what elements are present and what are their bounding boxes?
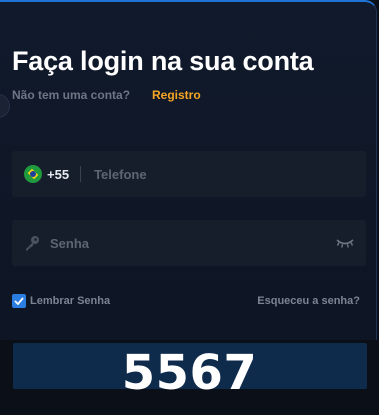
no-account-text: Não tem uma conta? (12, 88, 131, 102)
brazil-flag-icon[interactable] (24, 165, 42, 183)
remember-label: Lembrar Senha (30, 295, 111, 307)
field-divider (80, 166, 82, 182)
login-card: Faça login na sua conta Não tem uma cont… (0, 0, 377, 340)
remember-password[interactable]: Lembrar Senha (12, 294, 110, 308)
register-link[interactable]: Registro (152, 88, 201, 102)
side-handle[interactable] (0, 94, 10, 118)
page-title: Faça login na sua conta (12, 46, 314, 76)
password-input[interactable] (48, 234, 336, 252)
key-icon (26, 236, 39, 251)
overlay-code: 5567 (121, 345, 258, 401)
country-code[interactable]: +55 (47, 167, 69, 182)
checkmark-icon (14, 297, 24, 305)
phone-input[interactable] (92, 165, 366, 183)
eye-closed-icon[interactable] (336, 237, 354, 249)
password-field[interactable] (12, 220, 366, 266)
remember-checkbox[interactable] (12, 294, 26, 308)
phone-field[interactable]: +55 (12, 151, 366, 197)
forgot-password-link[interactable]: Esqueceu a senha? (257, 295, 360, 307)
